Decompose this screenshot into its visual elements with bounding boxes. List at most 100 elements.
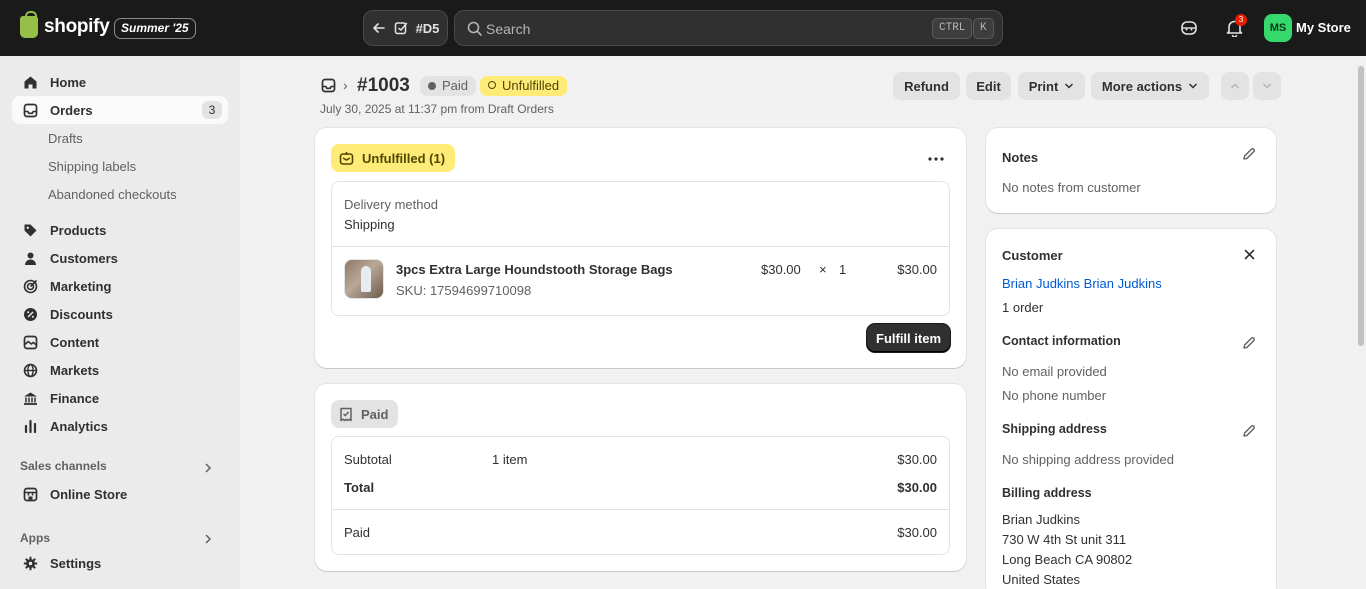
back-to-draft-button[interactable]: #D5 (363, 10, 448, 46)
sidebar-subitem-drafts[interactable]: Drafts (48, 131, 83, 146)
sidebar-item-products[interactable]: Products (12, 216, 228, 244)
chevron-down-icon (1262, 83, 1272, 89)
refund-button[interactable]: Refund (893, 72, 960, 100)
notes-card (986, 128, 1276, 213)
bank-icon (22, 390, 38, 406)
sidebar-item-marketing[interactable]: Marketing (12, 272, 228, 300)
notification-count-badge: 3 (1235, 14, 1247, 26)
no-shipping-address-text: No shipping address provided (1002, 452, 1174, 467)
notes-title: Notes (1002, 150, 1039, 165)
line-item-name[interactable]: 3pcs Extra Large Houndstooth Storage Bag… (396, 262, 673, 277)
globe-icon (22, 362, 38, 378)
order-date-source: July 30, 2025 at 11:37 pm from Draft Ord… (320, 102, 554, 116)
pencil-icon[interactable] (1242, 336, 1256, 350)
fulfill-item-button[interactable]: Fulfill item (867, 324, 950, 352)
more-actions-label: More actions (1101, 78, 1183, 94)
payment-status-badge: Paid (420, 76, 477, 96)
sidebar-item-label: Markets (50, 362, 100, 378)
page-scrollbar-thumb[interactable] (1358, 66, 1364, 346)
edit-button[interactable]: Edit (966, 72, 1011, 100)
payment-summary-panel (331, 436, 950, 555)
pencil-icon[interactable] (1242, 424, 1256, 438)
storefront-icon (22, 486, 38, 502)
divider (332, 509, 949, 510)
shipping-address-title: Shipping address (1002, 422, 1107, 436)
chevron-right-icon[interactable] (203, 462, 213, 474)
delivery-method-label: Delivery method (344, 197, 438, 212)
sales-channels-heading[interactable]: Sales channels (20, 459, 107, 473)
sidebar-subitem-shipping-labels[interactable]: Shipping labels (48, 159, 136, 174)
customer-name-link[interactable]: Brian Judkins Brian Judkins (1002, 276, 1162, 291)
home-icon (22, 74, 38, 90)
pencil-icon[interactable] (1242, 147, 1256, 161)
customer-title: Customer (1002, 248, 1063, 263)
sidebar-item-settings[interactable]: Settings (12, 549, 228, 577)
paid-value: $30.00 (897, 525, 937, 540)
divider (332, 246, 949, 247)
next-order-button[interactable] (1253, 72, 1281, 100)
bar-chart-icon (22, 418, 38, 434)
sidebar-item-customers[interactable]: Customers (12, 244, 228, 272)
sidebar-item-label: Content (50, 334, 100, 350)
orders-inbox-icon[interactable] (321, 78, 336, 93)
sidebar-item-label: Online Store (50, 486, 128, 502)
search-icon (467, 21, 482, 36)
print-button[interactable]: Print (1018, 72, 1085, 100)
sidekick-button[interactable] (1177, 16, 1201, 40)
sidebar-item-home[interactable]: Home (12, 68, 228, 96)
top-bar: shopify Summer '25 #D5 Search CTRL K 3 M… (0, 0, 1366, 56)
sidebar-item-online-store[interactable]: Online Store (12, 480, 228, 508)
sidebar-item-label: Orders (50, 102, 93, 118)
line-item-total: $30.00 (897, 262, 937, 277)
gear-icon (22, 555, 38, 571)
customer-order-count[interactable]: 1 order (1002, 300, 1043, 315)
shopify-logo[interactable]: shopify (20, 11, 110, 38)
person-icon (22, 250, 38, 266)
sidebar-subitem-abandoned-checkouts[interactable]: Abandoned checkouts (48, 187, 177, 202)
sidebar-item-finance[interactable]: Finance (12, 384, 228, 412)
sidebar-item-label: Products (50, 222, 107, 238)
sidebar-item-label: Finance (50, 390, 100, 406)
close-icon[interactable] (1244, 249, 1255, 260)
previous-order-button[interactable] (1221, 72, 1249, 100)
chevron-down-icon (1065, 83, 1074, 89)
total-value: $30.00 (897, 480, 937, 495)
line-item-times: × (819, 262, 827, 277)
arrow-left-icon (372, 23, 385, 33)
apps-heading[interactable]: Apps (20, 531, 50, 545)
sidebar-item-content[interactable]: Content (12, 328, 228, 356)
fulfillment-status-badge: Unfulfilled (480, 76, 568, 96)
sidebar-item-label: Marketing (50, 278, 112, 294)
subtotal-value: $30.00 (897, 452, 937, 467)
sidebar-item-discounts[interactable]: Discounts (12, 300, 228, 328)
shortcut-ctrl-key: CTRL (932, 18, 973, 39)
product-thumbnail[interactable] (344, 259, 384, 299)
edition-badge[interactable]: Summer '25 (114, 18, 196, 39)
sidekick-icon (1181, 21, 1197, 35)
line-item-sku: SKU: 17594699710098 (396, 283, 532, 298)
sidebar-item-label: Settings (50, 555, 102, 571)
sidebar-item-markets[interactable]: Markets (12, 356, 228, 384)
chevron-up-icon (1230, 83, 1240, 89)
chevron-right-icon[interactable] (203, 533, 213, 545)
paid-label: Paid (344, 525, 371, 540)
sidebar-item-orders[interactable]: Orders 3 (12, 96, 228, 124)
back-label: #D5 (415, 20, 440, 36)
subtotal-items: 1 item (492, 452, 528, 467)
chevron-down-icon (1189, 83, 1198, 89)
sidebar-item-analytics[interactable]: Analytics (12, 412, 228, 440)
sidebar-item-label: Discounts (50, 306, 113, 322)
sidebar-item-label: Customers (50, 250, 118, 266)
store-name[interactable]: My Store (1296, 20, 1351, 35)
billing-address-title: Billing address (1002, 486, 1092, 500)
inbox-icon (22, 102, 38, 118)
paid-status-label: Paid (361, 406, 389, 422)
shortcut-k-key: K (973, 18, 994, 39)
subtotal-label: Subtotal (344, 452, 392, 467)
search-input[interactable]: Search CTRL K (454, 10, 1003, 46)
orders-count-badge: 3 (202, 101, 222, 119)
more-horizontal-icon[interactable] (928, 155, 944, 163)
more-actions-button[interactable]: More actions (1091, 72, 1209, 100)
store-avatar[interactable]: MS (1264, 14, 1292, 42)
unfulfilled-status-pill: Unfulfilled (1) (331, 144, 456, 172)
